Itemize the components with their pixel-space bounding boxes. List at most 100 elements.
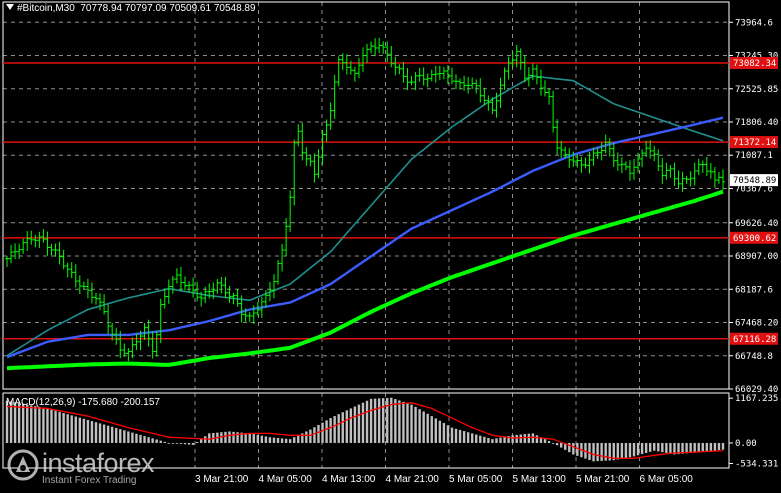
- macd-histogram-bar: [50, 409, 53, 443]
- macd-histogram-bar: [288, 439, 292, 443]
- macd-histogram-bar: [442, 423, 446, 443]
- x-tick-label: 4 Mar 05:00: [259, 474, 313, 485]
- macd-histogram-bar: [179, 442, 183, 444]
- macd-histogram-bar: [418, 409, 421, 443]
- macd-histogram-bar: [519, 434, 522, 443]
- macd-histogram-bar: [13, 402, 17, 443]
- macd-histogram-bar: [62, 413, 65, 443]
- macd-histogram-bar: [204, 436, 207, 443]
- macd-histogram-bar: [90, 421, 94, 443]
- macd-histogram-bar: [394, 399, 397, 443]
- macd-histogram-bar: [272, 437, 276, 443]
- macd-histogram-bar: [693, 442, 696, 453]
- macd-histogram-bar: [523, 434, 526, 443]
- macd-histogram-bar: [110, 426, 114, 443]
- macd-histogram-bar: [195, 442, 199, 443]
- macd-histogram-bar: [531, 433, 535, 443]
- macd-histogram-bar: [224, 431, 227, 443]
- macd-histogram-bar: [74, 416, 77, 443]
- chart-window[interactable]: 73964.6 73245.30 72525.85 71806.40 71087.1 70…: [0, 0, 781, 489]
- macd-histogram-bar: [135, 433, 138, 443]
- x-tick-label: 3 Mar 21:00: [195, 474, 249, 485]
- macd-histogram-bar: [357, 404, 361, 443]
- sma-slow-line: [6, 189, 724, 371]
- macd-histogram-bar: [26, 404, 29, 443]
- macd-histogram-bar: [527, 433, 531, 443]
- macd-histogram-bar: [317, 424, 320, 443]
- macd-histogram-bar: [535, 435, 539, 443]
- macd-histogram-bar: [191, 442, 195, 445]
- macd-histogram-bar: [438, 420, 442, 443]
- macd-histogram-bar: [547, 441, 551, 443]
- macd-histogram-bar: [697, 442, 700, 453]
- macd-histogram-bar: [260, 435, 264, 443]
- macd-histogram-bar: [46, 408, 49, 443]
- macd-histogram-bar: [588, 442, 591, 461]
- macd-histogram-bar: [321, 422, 324, 443]
- macd-histogram-bar: [470, 433, 474, 443]
- macd-histogram-bar: [131, 432, 134, 443]
- macd-histogram-bar: [86, 419, 90, 443]
- y-tick-label: 68187.6: [735, 285, 773, 295]
- macd-histogram-bar: [139, 434, 142, 443]
- price-chart-svg[interactable]: 73964.673245.3072525.8571806.4071087.170…: [0, 0, 781, 489]
- macd-histogram-bar: [487, 437, 490, 443]
- macd-histogram-bar: [167, 442, 171, 444]
- macd-histogram-bar: [293, 437, 296, 443]
- macd-histogram-bar: [248, 433, 251, 443]
- y-tick-label: 68907.00: [735, 252, 778, 262]
- macd-histogram-bar: [669, 442, 672, 454]
- macd-histogram-bar: [616, 442, 620, 460]
- macd-histogram-bar: [183, 442, 187, 445]
- macd-y-tick-label: 1167.235: [735, 394, 778, 404]
- macd-histogram-bar: [483, 436, 486, 443]
- instaforex-logo-icon: [7, 449, 39, 481]
- macd-histogram-bar: [600, 442, 603, 461]
- watermark-logo: instaforex Instant Forex Trading: [6, 446, 196, 486]
- macd-histogram-bar: [426, 413, 429, 443]
- macd-histogram-bar: [345, 410, 348, 443]
- macd-histogram-bar: [705, 442, 709, 452]
- macd-y-tick-label: 0.00: [735, 439, 757, 449]
- macd-histogram-bar: [54, 410, 57, 443]
- macd-histogram-bar: [398, 400, 401, 443]
- macd-histogram-bar: [689, 442, 692, 453]
- macd-histogram-bar: [657, 442, 660, 452]
- macd-histogram-bar: [106, 425, 110, 443]
- macd-histogram-bar: [313, 427, 316, 443]
- macd-histogram-bar: [422, 411, 425, 443]
- macd-histogram-bar: [685, 442, 688, 454]
- macd-histogram-bar: [30, 405, 33, 443]
- macd-histogram-bar: [17, 403, 21, 443]
- macd-histogram-bar: [628, 442, 632, 458]
- macd-histogram-bar: [123, 430, 126, 443]
- macd-histogram-bar: [284, 438, 288, 443]
- macd-histogram-bar: [305, 431, 308, 443]
- macd-histogram-bar: [94, 422, 98, 443]
- x-tick-label: 5 Mar 21:00: [576, 474, 630, 485]
- macd-histogram-bar: [701, 442, 704, 452]
- macd-histogram-bar: [66, 414, 69, 443]
- ohlc-values: 70778.94 70797.09 70509.61 70548.89: [80, 3, 256, 14]
- macd-histogram-bar: [349, 408, 353, 443]
- y-tick-label: 71087.1: [735, 151, 773, 161]
- macd-histogram-bar: [458, 429, 462, 443]
- macd-histogram-bar: [382, 398, 385, 443]
- macd-histogram-bar: [329, 418, 332, 443]
- macd-histogram-bar: [256, 434, 260, 443]
- dropdown-triangle-icon[interactable]: [6, 4, 14, 10]
- macd-histogram-bar: [361, 402, 365, 443]
- x-tick-label: 6 Mar 05:00: [640, 474, 694, 485]
- macd-histogram-bar: [475, 434, 478, 443]
- macd-histogram-bar: [143, 436, 146, 443]
- chart-header: #Bitcoin,M30 70778.94 70797.09 70509.61 …: [6, 3, 256, 14]
- macd-histogram-bar: [559, 442, 563, 448]
- macd-histogram-bar: [38, 406, 41, 443]
- macd-histogram-bar: [353, 406, 357, 443]
- macd-histogram-bar: [102, 424, 106, 443]
- macd-histogram-bar: [373, 398, 377, 443]
- macd-histogram-bar: [228, 431, 231, 443]
- macd-histogram-bar: [543, 439, 547, 443]
- macd-histogram-bar: [466, 432, 470, 443]
- macd-histogram-bar: [665, 442, 668, 453]
